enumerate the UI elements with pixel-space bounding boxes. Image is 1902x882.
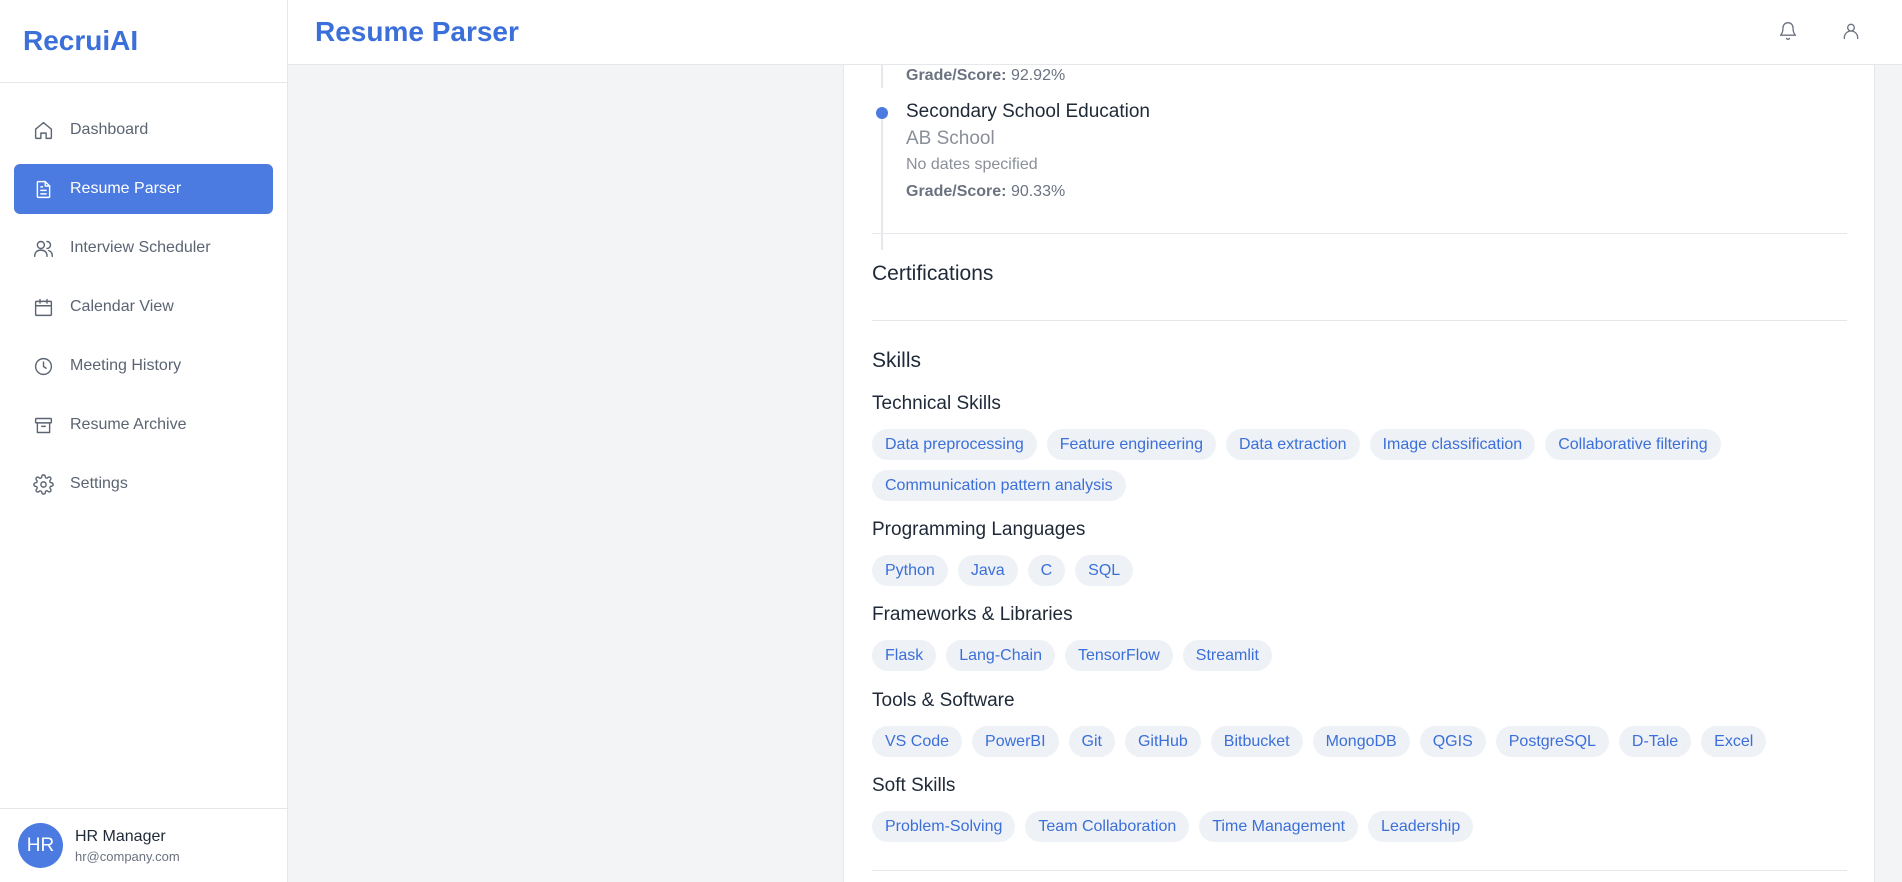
page-title: Resume Parser bbox=[315, 16, 519, 47]
user-name: HR Manager bbox=[75, 827, 166, 845]
sidebar-item-label: Meeting History bbox=[70, 357, 182, 374]
skill-tag[interactable]: C bbox=[1027, 555, 1066, 586]
sidebar-item-settings[interactable]: Settings bbox=[14, 459, 273, 509]
sidebar-item-dashboard[interactable]: Dashboard bbox=[14, 105, 273, 155]
document-icon bbox=[32, 178, 54, 200]
skill-tag[interactable]: MongoDB bbox=[1312, 726, 1410, 757]
section-divider bbox=[872, 320, 1847, 321]
programming-languages-title: Programming Languages bbox=[872, 519, 1086, 540]
education-title: Secondary School Education bbox=[906, 101, 1150, 122]
skill-tag[interactable]: Lang-Chain bbox=[946, 640, 1055, 671]
skill-tag[interactable]: Java bbox=[957, 555, 1018, 586]
skill-tag[interactable]: Flask bbox=[872, 640, 937, 671]
sidebar-item-resume-parser[interactable]: Resume Parser bbox=[14, 164, 273, 214]
resume-details-card: Grade/Score: 92.92% Secondary School Edu… bbox=[843, 65, 1875, 882]
grade-value: 90.33% bbox=[1010, 183, 1066, 200]
skill-tag[interactable]: Problem-Solving bbox=[872, 811, 1016, 842]
skill-tag[interactable]: Data extraction bbox=[1225, 429, 1360, 460]
frameworks-tags: Flask Lang-Chain TensorFlow Streamlit bbox=[872, 640, 1792, 671]
users-icon bbox=[32, 237, 54, 259]
user-icon[interactable] bbox=[1841, 21, 1863, 43]
soft-skills-tags: Problem-Solving Team Collaboration Time … bbox=[872, 811, 1792, 842]
sidebar: RecruiAI Dashboard Resume Parser Intervi… bbox=[0, 0, 288, 882]
clock-icon bbox=[32, 355, 54, 377]
soft-skills-title: Soft Skills bbox=[872, 775, 956, 796]
skill-tag[interactable]: PowerBI bbox=[972, 726, 1059, 757]
skill-tag[interactable]: Communication pattern analysis bbox=[872, 470, 1126, 501]
skill-tag[interactable]: PostgreSQL bbox=[1495, 726, 1609, 757]
technical-skills-tags: Data preprocessing Feature engineering D… bbox=[872, 429, 1792, 501]
skill-tag[interactable]: VS Code bbox=[872, 726, 963, 757]
skill-tag[interactable]: Bitbucket bbox=[1210, 726, 1303, 757]
sidebar-item-interview-scheduler[interactable]: Interview Scheduler bbox=[14, 223, 273, 273]
skill-tag[interactable]: GitHub bbox=[1124, 726, 1201, 757]
avatar: HR bbox=[18, 823, 63, 868]
sidebar-nav: Dashboard Resume Parser Interview Schedu… bbox=[0, 83, 287, 509]
skill-tag[interactable]: Data preprocessing bbox=[872, 429, 1037, 460]
skill-tag[interactable]: Leadership bbox=[1368, 811, 1474, 842]
user-profile[interactable]: HR HR Manager hr@company.com bbox=[0, 808, 287, 882]
skill-tag[interactable]: Team Collaboration bbox=[1025, 811, 1190, 842]
top-header: Resume Parser bbox=[288, 0, 1902, 65]
skill-tag[interactable]: TensorFlow bbox=[1064, 640, 1173, 671]
sidebar-item-resume-archive[interactable]: Resume Archive bbox=[14, 400, 273, 450]
skill-tag[interactable]: SQL bbox=[1075, 555, 1134, 586]
sidebar-item-label: Interview Scheduler bbox=[70, 239, 211, 256]
sidebar-item-label: Settings bbox=[70, 475, 128, 492]
skill-tag[interactable]: QGIS bbox=[1419, 726, 1486, 757]
bell-icon[interactable] bbox=[1778, 21, 1800, 43]
sidebar-item-label: Dashboard bbox=[70, 121, 149, 138]
sidebar-item-label: Resume Archive bbox=[70, 416, 187, 433]
skill-tag[interactable]: Streamlit bbox=[1182, 640, 1272, 671]
skill-tag[interactable]: Excel bbox=[1701, 726, 1767, 757]
grade-label: Grade/Score: bbox=[906, 67, 1007, 84]
skill-tag[interactable]: Image classification bbox=[1369, 429, 1536, 460]
section-divider bbox=[872, 233, 1847, 234]
timeline-line bbox=[881, 107, 883, 250]
frameworks-title: Frameworks & Libraries bbox=[872, 604, 1073, 625]
sidebar-item-calendar-view[interactable]: Calendar View bbox=[14, 282, 273, 332]
education-school: AB School bbox=[906, 128, 995, 149]
sidebar-item-label: Resume Parser bbox=[70, 180, 182, 197]
tools-tags: VS Code PowerBI Git GitHub Bitbucket Mon… bbox=[872, 726, 1832, 757]
sidebar-item-meeting-history[interactable]: Meeting History bbox=[14, 341, 273, 391]
technical-skills-title: Technical Skills bbox=[872, 393, 1001, 414]
skills-title: Skills bbox=[872, 349, 922, 372]
home-icon bbox=[32, 119, 54, 141]
skill-tag[interactable]: Git bbox=[1068, 726, 1115, 757]
timeline-dot bbox=[876, 107, 888, 119]
skill-tag[interactable]: Collaborative filtering bbox=[1545, 429, 1721, 460]
skill-tag[interactable]: D-Tale bbox=[1618, 726, 1692, 757]
calendar-icon bbox=[32, 296, 54, 318]
sidebar-item-label: Calendar View bbox=[70, 298, 174, 315]
skill-tag[interactable]: Feature engineering bbox=[1046, 429, 1216, 460]
grade-label: Grade/Score: bbox=[906, 183, 1007, 200]
previous-grade: Grade/Score: 92.92% bbox=[906, 67, 1065, 85]
brand-logo[interactable]: RecruiAI bbox=[0, 0, 287, 83]
section-divider bbox=[872, 870, 1847, 871]
skill-tag[interactable]: Time Management bbox=[1199, 811, 1359, 842]
tools-title: Tools & Software bbox=[872, 690, 1015, 711]
timeline-line bbox=[881, 65, 883, 88]
education-dates: No dates specified bbox=[906, 156, 1038, 173]
programming-languages-tags: Python Java C SQL bbox=[872, 555, 1792, 586]
archive-icon bbox=[32, 414, 54, 436]
user-email: hr@company.com bbox=[75, 848, 180, 864]
certifications-title: Certifications bbox=[872, 262, 994, 285]
education-grade: Grade/Score: 90.33% bbox=[906, 183, 1065, 201]
skill-tag[interactable]: Python bbox=[872, 555, 948, 586]
grade-value: 92.92% bbox=[1010, 67, 1066, 84]
gear-icon bbox=[32, 473, 54, 495]
